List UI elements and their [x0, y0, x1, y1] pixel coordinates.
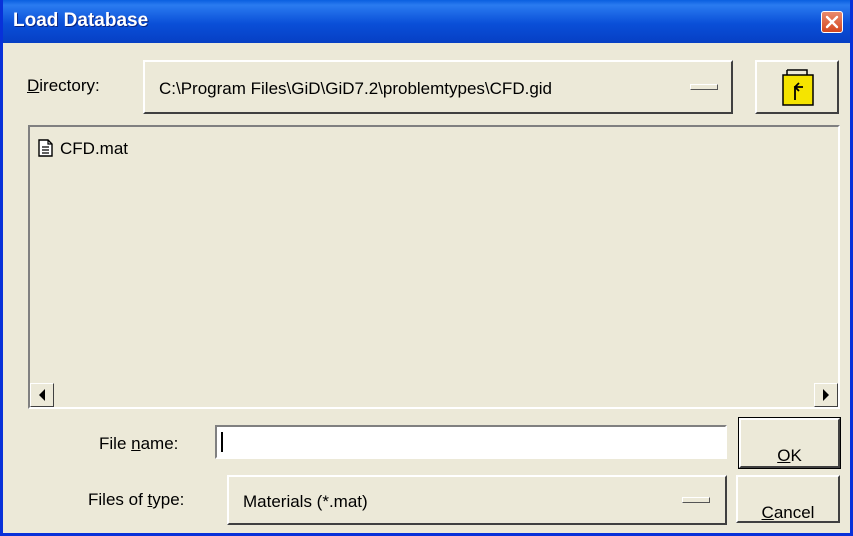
file-name-input[interactable]	[215, 425, 727, 459]
ok-button-label: OK	[777, 446, 802, 465]
up-folder-icon	[782, 69, 814, 106]
file-type-value: Materials (*.mat)	[243, 492, 368, 511]
directory-label: Directory:	[27, 76, 100, 95]
directory-value: C:\Program Files\GiD\GiD7.2\problemtypes…	[159, 79, 553, 98]
close-button[interactable]	[821, 11, 843, 33]
ok-button[interactable]: OK	[738, 417, 841, 469]
cancel-button[interactable]: Cancel	[736, 475, 840, 523]
directory-dropdown[interactable]: C:\Program Files\GiD\GiD7.2\problemtypes…	[143, 60, 733, 114]
file-name-label: CFD.mat	[60, 139, 128, 158]
scroll-left-button[interactable]	[30, 383, 54, 407]
arrow-left-icon	[39, 389, 45, 401]
text-caret	[221, 432, 223, 452]
dropdown-handle-icon	[690, 84, 718, 90]
arrow-right-icon	[823, 389, 829, 401]
file-list[interactable]: CFD.mat	[28, 125, 840, 409]
up-folder-button[interactable]	[755, 60, 839, 114]
file-type-label: Files of type:	[88, 490, 185, 509]
document-icon	[38, 139, 53, 157]
load-database-dialog: Load Database Directory: C:\Program File…	[0, 0, 853, 536]
title-bar[interactable]: Load Database	[3, 0, 850, 43]
dropdown-handle-icon	[682, 497, 710, 503]
file-type-dropdown[interactable]: Materials (*.mat)	[227, 475, 727, 525]
close-icon	[825, 15, 839, 29]
file-name-label: File name:	[99, 434, 179, 453]
scroll-right-button[interactable]	[814, 383, 838, 407]
horizontal-scrollbar[interactable]	[30, 381, 838, 407]
cancel-button-label: Cancel	[761, 503, 815, 522]
window-title: Load Database	[13, 10, 149, 31]
